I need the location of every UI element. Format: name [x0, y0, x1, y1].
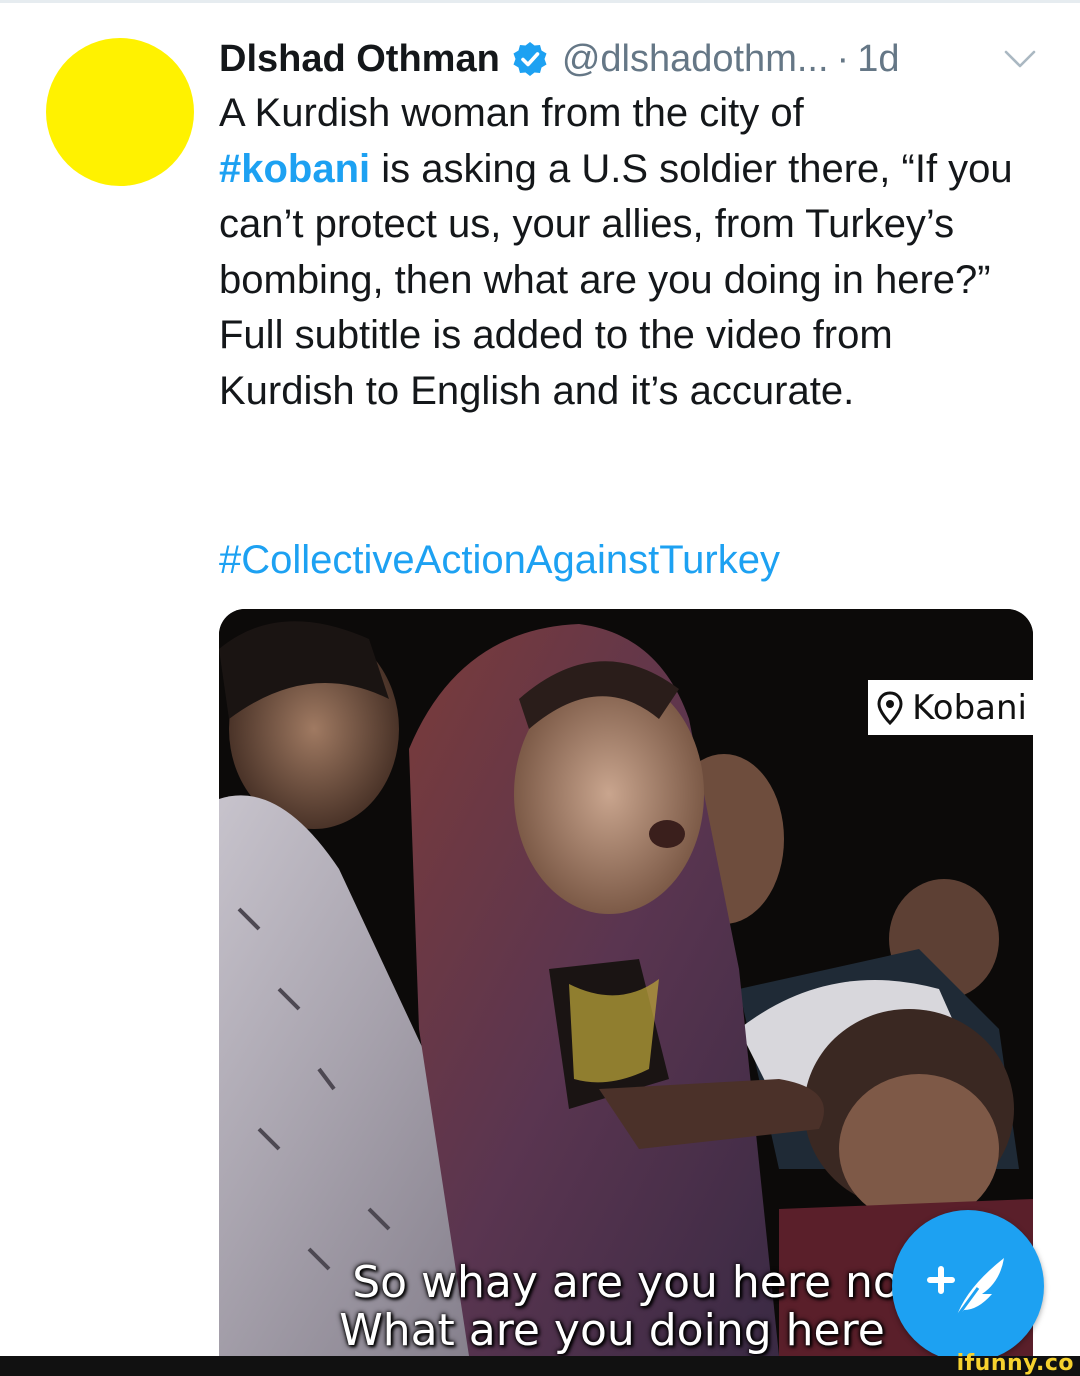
tweet-header: Dlshad Othman @dlshadothm... · 1d — [219, 34, 1049, 84]
verified-badge-icon — [513, 42, 547, 76]
chevron-down-icon[interactable] — [1002, 47, 1038, 71]
hashtag-link-kobani[interactable]: #kobani — [219, 147, 370, 191]
location-tag: Kobani — [868, 680, 1033, 735]
tweet-paragraph-2: Full subtitle is added to the video from… — [219, 313, 893, 413]
compose-tweet-icon — [927, 1258, 1004, 1319]
location-label: Kobani — [912, 687, 1027, 728]
hashtag-link-collective-action[interactable]: #CollectiveActionAgainstTurkey — [219, 532, 780, 588]
watermark-logo: ifunny.co — [956, 1351, 1074, 1376]
timestamp[interactable]: 1d — [857, 38, 899, 81]
user-handle[interactable]: @dlshadothm... — [562, 38, 829, 81]
tweet-paragraph-1: A Kurdish woman from the city of #kobani… — [219, 86, 1039, 308]
avatar[interactable] — [46, 38, 194, 186]
location-pin-icon — [877, 690, 903, 725]
tweet-text-line-1: A Kurdish woman from the city of — [219, 91, 804, 135]
bottom-bar — [0, 1356, 1080, 1376]
tweet-text: A Kurdish woman from the city of #kobani… — [219, 86, 1039, 419]
separator-dot: · — [836, 37, 850, 80]
display-name[interactable]: Dlshad Othman — [219, 38, 500, 81]
top-divider — [0, 0, 1080, 3]
compose-tweet-button[interactable] — [892, 1210, 1044, 1362]
